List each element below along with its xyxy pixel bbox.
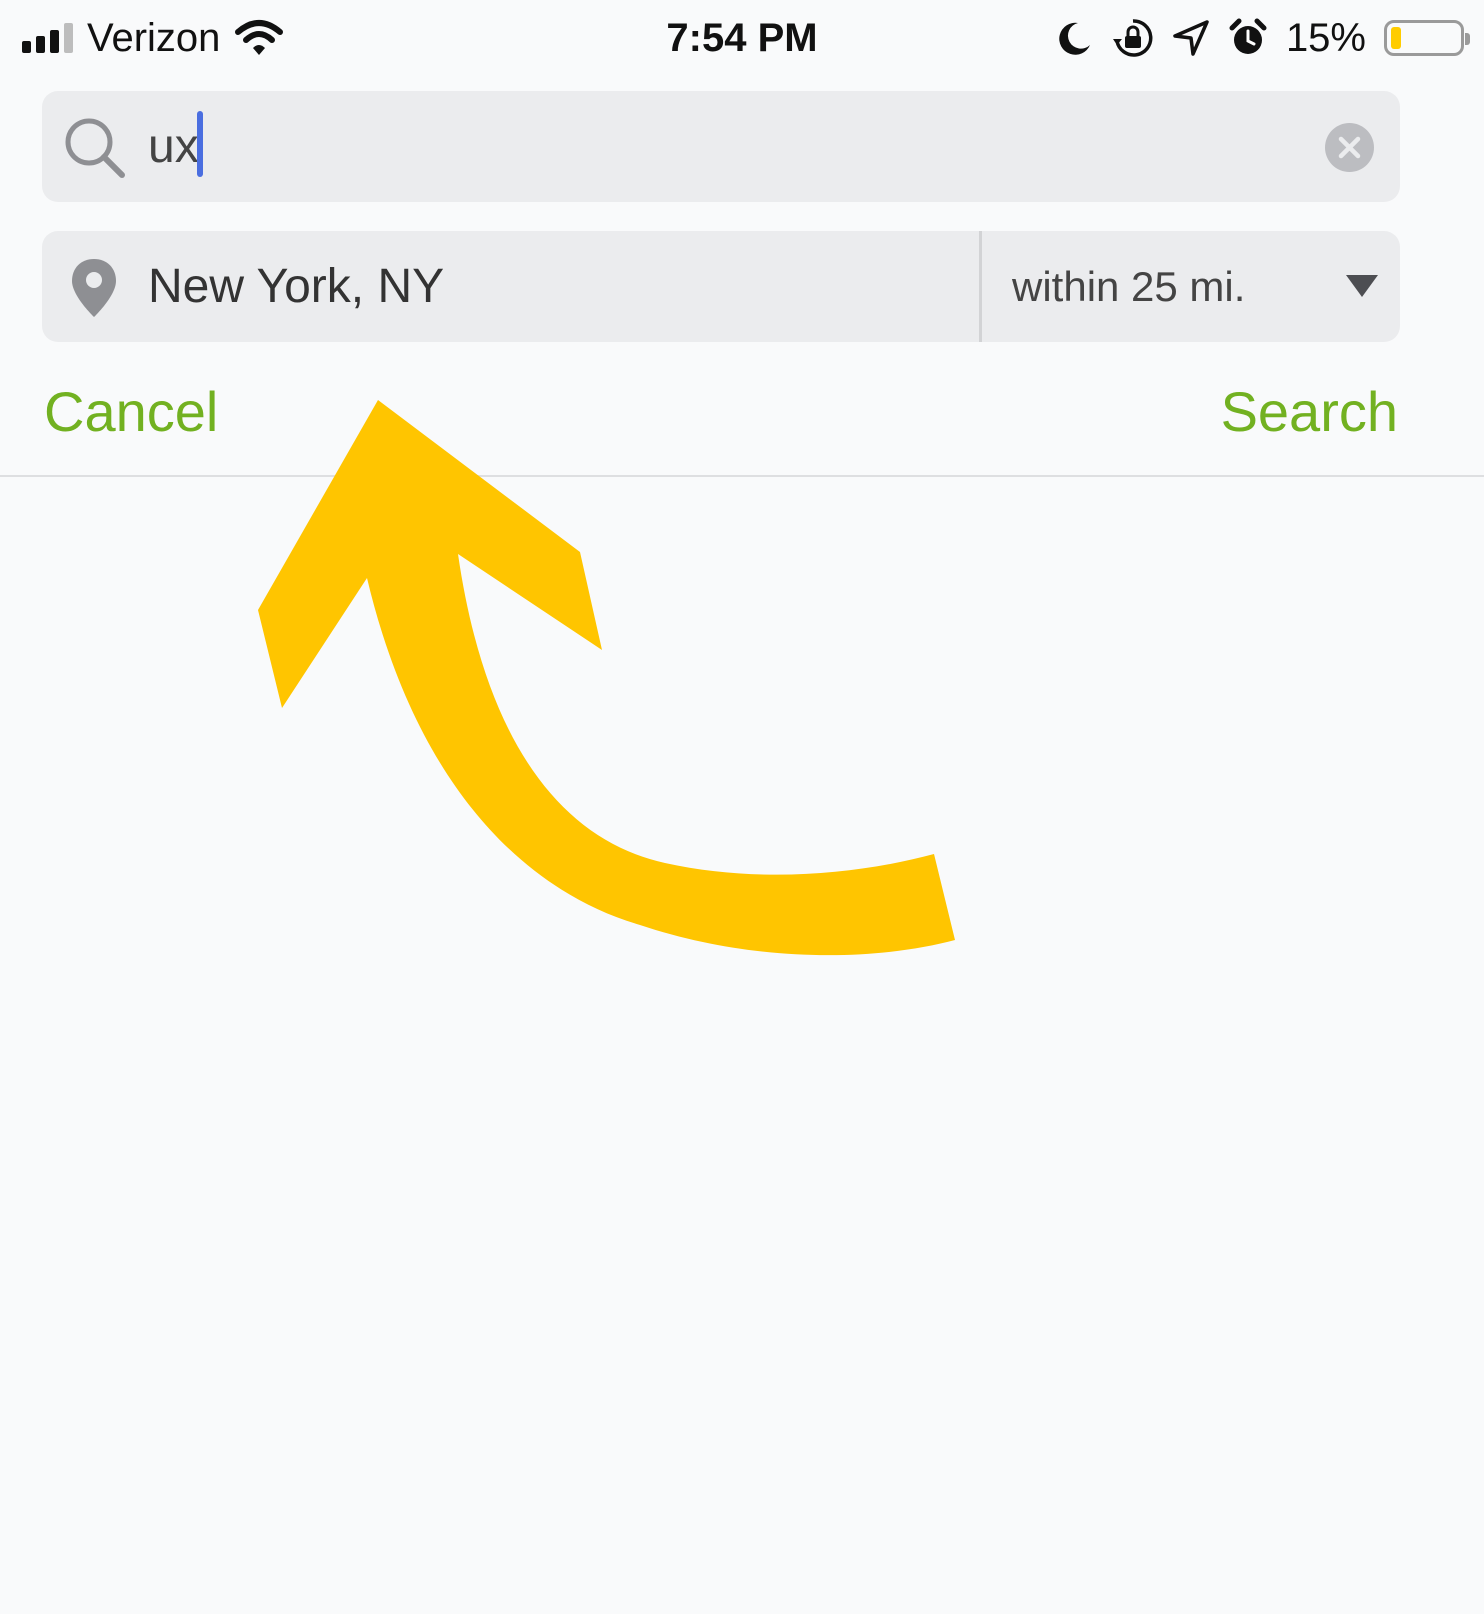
- search-input[interactable]: ux: [148, 91, 199, 202]
- alarm-icon: [1229, 18, 1267, 54]
- radius-value: within 25 mi.: [1012, 263, 1246, 310]
- battery-percent: 15%: [1285, 15, 1366, 60]
- location-input[interactable]: New York, NY: [148, 231, 444, 342]
- location-arrow-icon: [1173, 20, 1209, 56]
- cancel-button[interactable]: Cancel: [44, 380, 218, 444]
- dropdown-arrow-icon: [1346, 275, 1378, 297]
- text-caret: [197, 111, 203, 177]
- location-field[interactable]: New York, NY within 25 mi.: [42, 231, 1400, 342]
- header-divider: [0, 475, 1484, 477]
- battery-level: [1391, 27, 1401, 49]
- clear-search-icon[interactable]: [1325, 123, 1374, 172]
- search-button[interactable]: Search: [1221, 380, 1398, 444]
- status-bar: Verizon 7:54 PM 15%: [0, 0, 1484, 80]
- orientation-lock-icon: [1112, 19, 1153, 57]
- radius-dropdown[interactable]: within 25 mi.: [982, 231, 1400, 342]
- search-field[interactable]: ux: [42, 91, 1400, 202]
- search-icon: [65, 118, 125, 178]
- status-bar-right: 15%: [1056, 12, 1470, 64]
- location-pin-icon: [72, 259, 116, 317]
- moon-icon: [1059, 22, 1090, 55]
- battery-icon: [1384, 20, 1470, 56]
